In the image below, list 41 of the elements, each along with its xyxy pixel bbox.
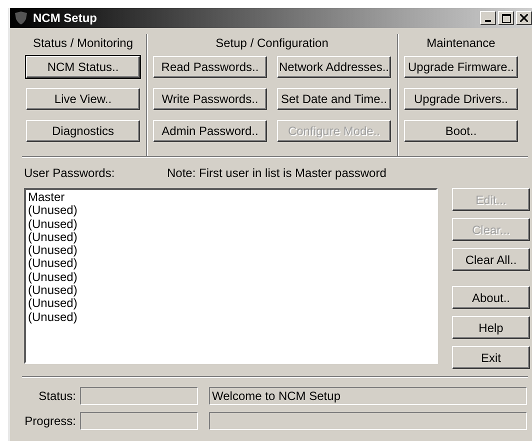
side-button[interactable]: About.. bbox=[452, 286, 530, 309]
group-label: Maintenance bbox=[426, 35, 496, 52]
list-item[interactable]: (Unused) bbox=[28, 310, 78, 324]
list-item[interactable]: (Unused) bbox=[28, 284, 78, 298]
side-button[interactable]: Help bbox=[452, 316, 530, 339]
action-button[interactable]: Set Date and Time.. bbox=[277, 88, 391, 110]
list-item[interactable]: (Unused) bbox=[28, 244, 78, 258]
window-title: NCM Setup bbox=[33, 11, 98, 25]
action-button[interactable]: Live View.. bbox=[26, 88, 140, 110]
list-item[interactable]: (Unused) bbox=[28, 218, 78, 231]
maximize-icon bbox=[502, 14, 510, 22]
action-button[interactable]: Upgrade Drivers.. bbox=[404, 88, 518, 110]
side-button[interactable]: Clear All.. bbox=[452, 248, 530, 271]
list-label: User Passwords: bbox=[24, 166, 116, 182]
minimize-button[interactable] bbox=[480, 11, 496, 25]
shield-icon bbox=[14, 11, 28, 25]
list-item[interactable]: (Unused) bbox=[28, 257, 78, 271]
group-label: Setup / Configuration bbox=[216, 35, 328, 52]
action-button[interactable]: Write Passwords.. bbox=[153, 88, 267, 110]
side-button[interactable]: Exit bbox=[452, 346, 530, 369]
list-item[interactable]: (Unused) bbox=[28, 204, 78, 218]
progress-label: Progress: bbox=[24, 414, 77, 428]
action-button[interactable]: Network Addresses.. bbox=[277, 56, 391, 78]
action-button[interactable]: Read Passwords.. bbox=[153, 56, 267, 78]
group-label: Status / Monitoring bbox=[32, 35, 134, 52]
action-button[interactable]: NCM Status.. bbox=[26, 56, 140, 78]
status-message: Welcome to NCM Setup bbox=[209, 387, 527, 405]
list-item[interactable]: (Unused) bbox=[28, 297, 78, 311]
note-text: Note: First user in list is Master password bbox=[167, 166, 386, 182]
password-list[interactable]: Master (Unused) (Unused) (Unused) (Unused) (Unused) (Unused) (Unused) (Unused) (Unused) bbox=[24, 188, 438, 364]
action-button[interactable]: Admin Password.. bbox=[153, 120, 267, 142]
maximize-button[interactable] bbox=[498, 11, 514, 25]
list-item[interactable]: (Unused) bbox=[28, 270, 78, 284]
list-item[interactable]: Master bbox=[28, 191, 65, 204]
status-label: Status: bbox=[38, 389, 77, 403]
close-icon bbox=[520, 14, 528, 22]
close-button[interactable] bbox=[516, 11, 532, 25]
action-button[interactable]: Diagnostics bbox=[26, 120, 140, 142]
action-button[interactable]: Upgrade Firmware.. bbox=[404, 56, 518, 78]
action-button[interactable]: Boot.. bbox=[404, 120, 518, 142]
list-item[interactable]: (Unused) bbox=[28, 230, 78, 244]
